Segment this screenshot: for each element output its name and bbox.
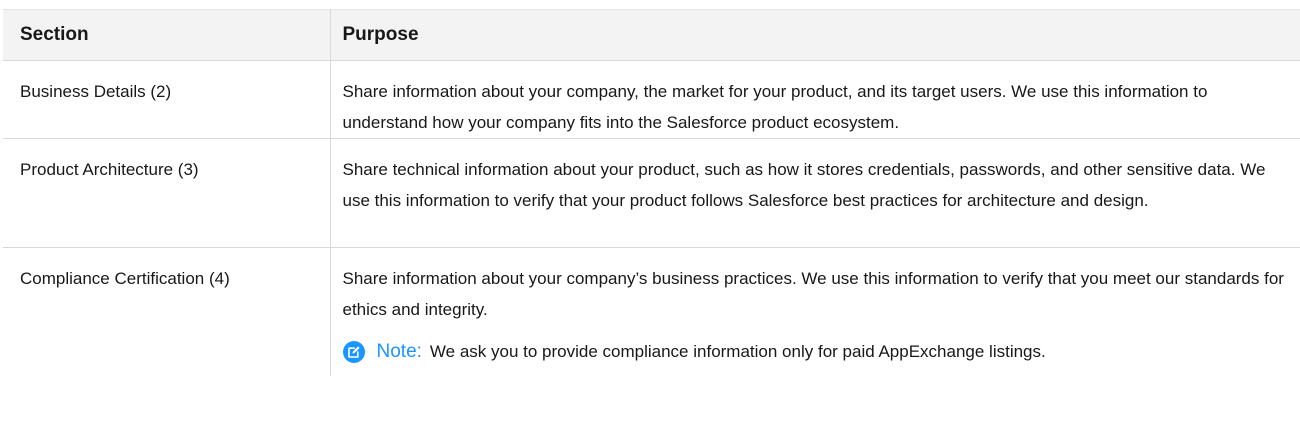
table-row: Business Details (2) Share information a…	[3, 60, 1300, 139]
note-callout: Note: We ask you to provide compliance i…	[342, 336, 1291, 367]
note-label: Note:	[376, 341, 422, 362]
purpose-cell: Share information about your company, th…	[329, 60, 1300, 139]
section-cell: Product Architecture (3)	[3, 138, 330, 248]
purpose-column-header: Purpose	[329, 9, 1300, 61]
purpose-text: Share information about your company’s b…	[342, 269, 1284, 319]
note-text: We ask you to provide compliance informa…	[429, 342, 1046, 361]
section-cell: Business Details (2)	[3, 60, 330, 139]
table-header: Section Purpose	[3, 9, 1300, 61]
table-row: Product Architecture (3) Share technical…	[3, 138, 1300, 248]
table-row: Compliance Certification (4) Share infor…	[3, 247, 1300, 376]
note-edit-icon	[342, 340, 365, 363]
section-cell: Compliance Certification (4)	[20, 269, 230, 288]
purpose-cell: Share technical information about your p…	[329, 138, 1300, 248]
header-row: Section Purpose	[3, 9, 1300, 61]
sections-table: Section Purpose Business Details (2) Sha…	[3, 9, 1300, 376]
table-body: Business Details (2) Share information a…	[3, 60, 1300, 376]
purpose-cell: Share information about your company’s b…	[329, 247, 1300, 376]
section-column-header: Section	[3, 9, 330, 61]
